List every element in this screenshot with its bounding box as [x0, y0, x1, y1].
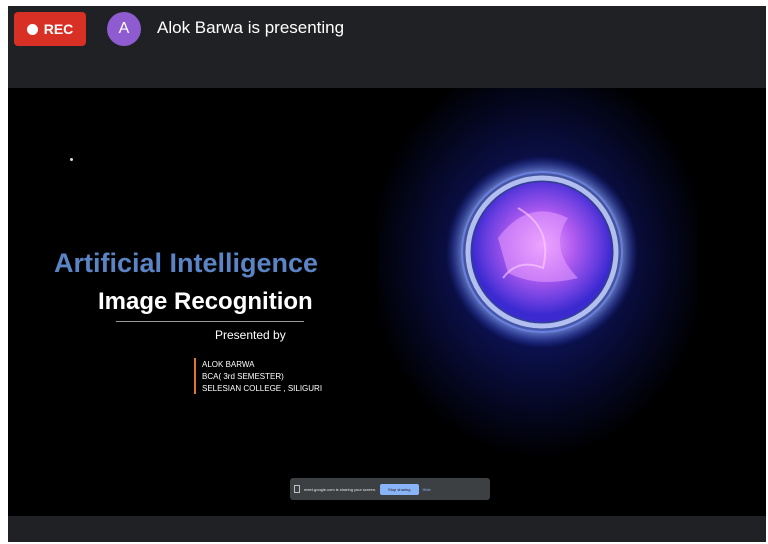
author-course: BCA( 3rd SEMESTER)	[202, 372, 284, 381]
bottom-bar	[8, 516, 766, 542]
author-details: ALOK BARWA BCA( 3rd SEMESTER) SELESIAN C…	[202, 359, 322, 395]
recording-button[interactable]: REC	[14, 12, 86, 46]
presenter-avatar[interactable]: A	[107, 12, 141, 46]
meet-window: REC A Alok Barwa is presenting Artificia…	[8, 6, 766, 542]
stop-sharing-button[interactable]: Stop sharing	[380, 483, 419, 495]
sharing-message: meet.google.com is sharing your screen.	[304, 486, 377, 492]
author-accent-bar	[194, 358, 196, 394]
presented-by-label: Presented by	[215, 328, 286, 342]
shared-screen: Artificial Intelligence Image Recognitio…	[8, 88, 766, 516]
recording-label: REC	[43, 21, 74, 37]
top-bar: REC A Alok Barwa is presenting	[8, 6, 766, 88]
glowing-orb-image	[446, 156, 638, 348]
author-college: SELESIAN COLLEGE , SILIGURI	[202, 384, 323, 393]
slide-subtitle: Image Recognition	[98, 288, 313, 315]
slide-title: Artificial Intelligence	[54, 248, 319, 278]
author-name: ALOK BARWA	[202, 360, 255, 369]
mouse-cursor	[70, 158, 73, 161]
presenter-status: Alok Barwa is presenting	[157, 18, 345, 37]
record-dot-icon	[26, 23, 38, 35]
subtitle-divider	[116, 321, 304, 322]
screen-share-notification: meet.google.com is sharing your screen. …	[290, 478, 490, 500]
hide-button[interactable]: Hide	[423, 487, 431, 492]
screen-share-icon	[294, 485, 300, 493]
avatar-initial: A	[118, 20, 130, 37]
